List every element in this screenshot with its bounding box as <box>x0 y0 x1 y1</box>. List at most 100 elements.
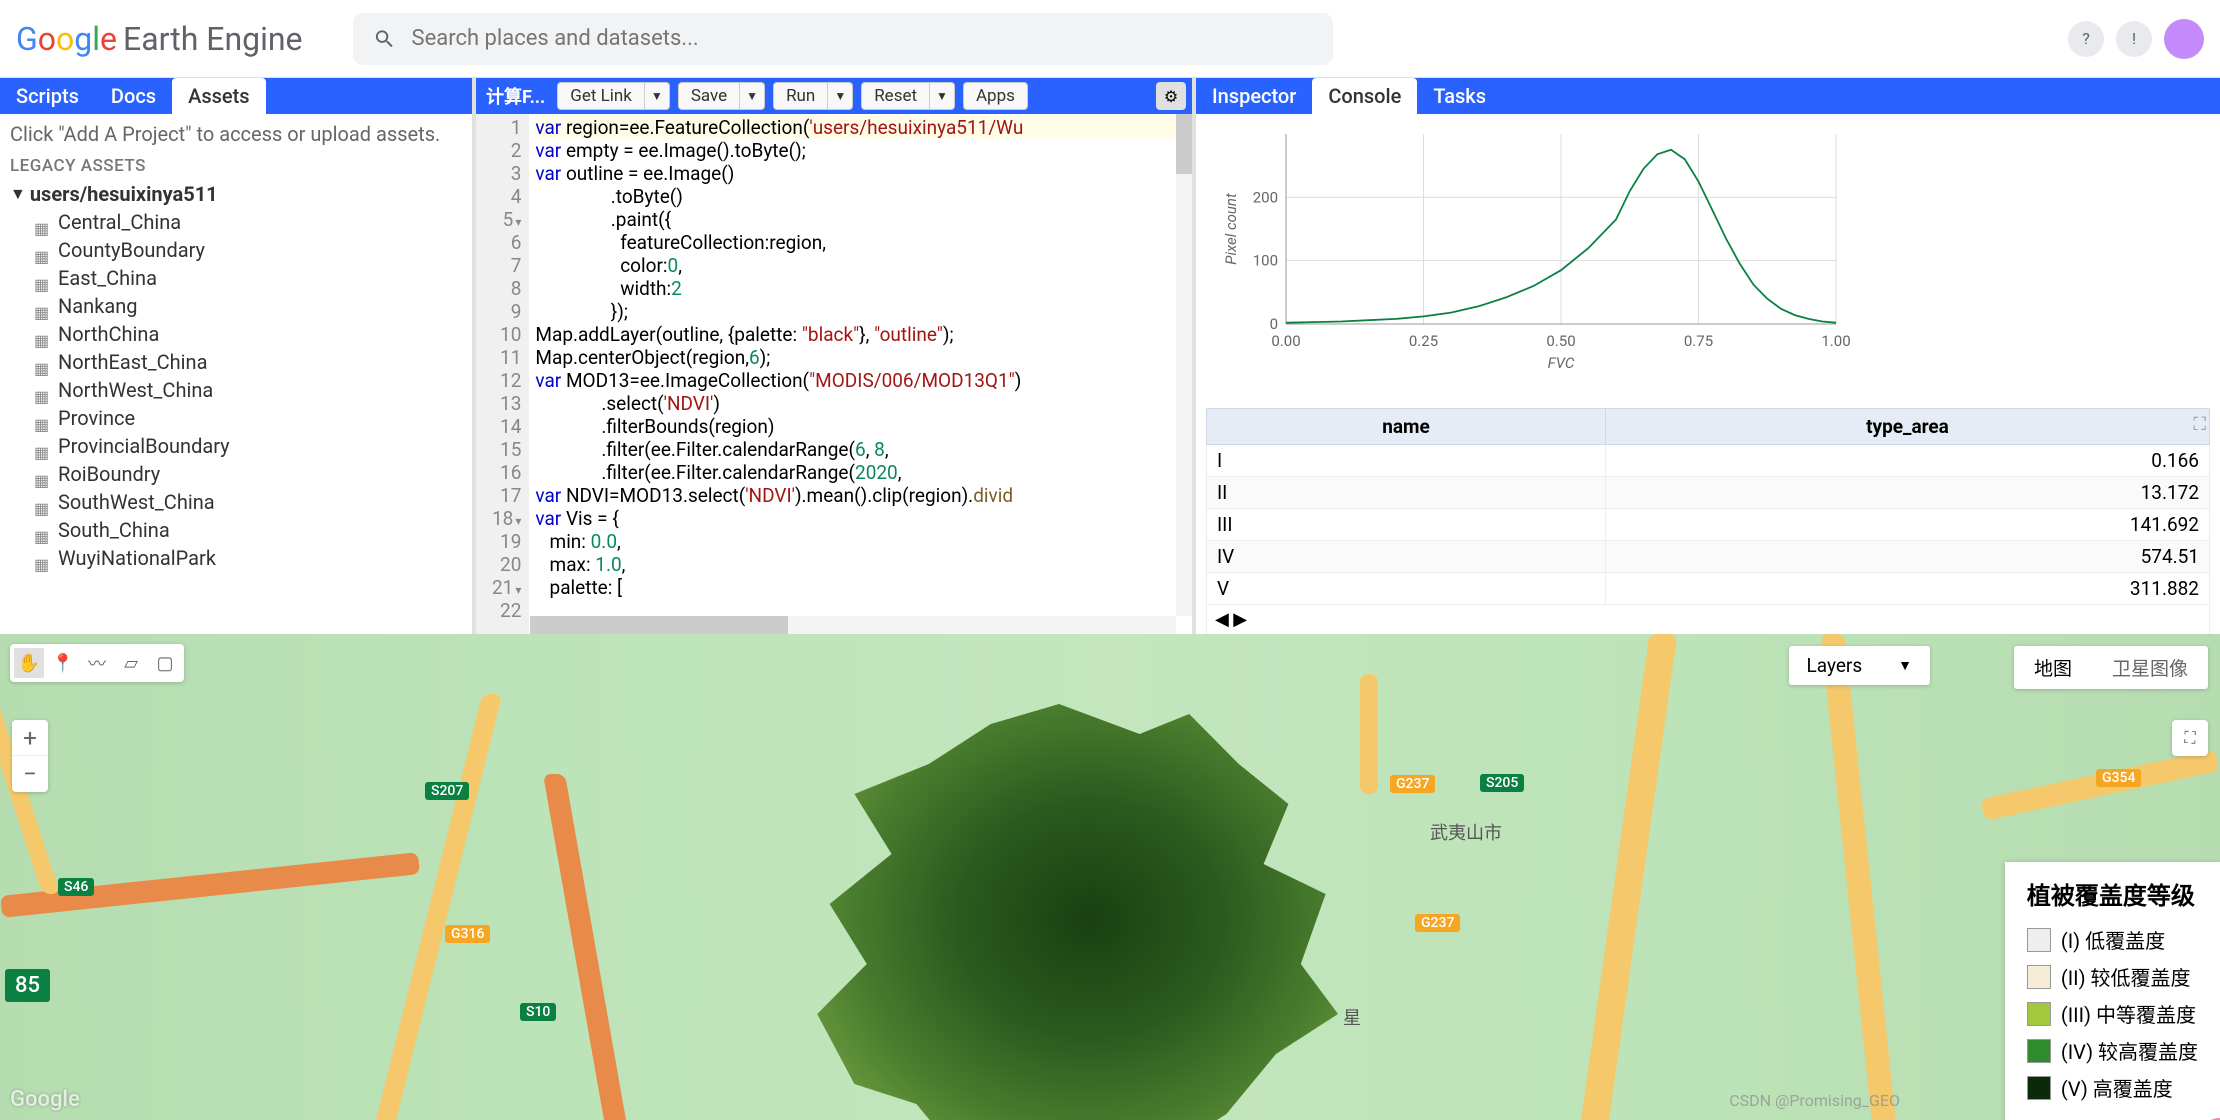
reset-button[interactable]: Reset <box>861 82 930 110</box>
save-button[interactable]: Save <box>678 82 740 110</box>
run-dropdown[interactable]: ▼ <box>828 82 853 110</box>
asset-label: Province <box>58 406 135 430</box>
layers-control[interactable]: Layers ▼ <box>1789 646 1930 685</box>
fullscreen-button[interactable]: ⛶ <box>2172 720 2208 756</box>
asset-item[interactable]: Province <box>34 404 462 432</box>
table-icon <box>34 327 52 341</box>
legend-row: (I) 低覆盖度 <box>2027 921 2198 958</box>
legacy-assets-label: LEGACY ASSETS <box>10 156 462 176</box>
reset-dropdown[interactable]: ▼ <box>930 82 955 110</box>
code-editor[interactable]: 12345▾6789101112131415161718▾192021▾22 v… <box>476 114 1192 634</box>
rectangle-tool[interactable]: ▢ <box>150 648 180 678</box>
asset-item[interactable]: East_China <box>34 264 462 292</box>
left-tabs: Scripts Docs Assets <box>0 78 472 114</box>
asset-item[interactable]: NorthChina <box>34 320 462 348</box>
polygon-tool[interactable]: ▱ <box>116 648 146 678</box>
table-nav[interactable]: ◀ ▶ <box>1206 605 2210 635</box>
gear-icon[interactable]: ⚙ <box>1156 82 1186 110</box>
left-panel: Scripts Docs Assets Click "Add A Project… <box>0 78 476 634</box>
legend-swatch <box>2027 1039 2051 1063</box>
result-table: ⛶ name type_area I0.166II13.172III141.69… <box>1196 408 2220 635</box>
asset-item[interactable]: NorthEast_China <box>34 348 462 376</box>
legend: 植被覆盖度等级 (I) 低覆盖度(II) 较低覆盖度(III) 中等覆盖度(IV… <box>2005 862 2220 1120</box>
svg-text:0.50: 0.50 <box>1546 332 1575 350</box>
legend-label: (V) 高覆盖度 <box>2061 1073 2173 1102</box>
table-row[interactable]: V311.882 <box>1207 573 2210 605</box>
search-input[interactable] <box>412 26 1313 51</box>
maptype-satellite[interactable]: 卫星图像 <box>2092 646 2208 689</box>
feedback-icon[interactable]: ! <box>2116 21 2152 57</box>
run-button[interactable]: Run <box>773 82 828 110</box>
header-actions: ? ! <box>2068 19 2204 59</box>
expand-icon[interactable]: ⛶ <box>2193 414 2206 435</box>
table-icon <box>34 411 52 425</box>
avatar[interactable] <box>2164 19 2204 59</box>
asset-item[interactable]: SouthWest_China <box>34 488 462 516</box>
asset-label: ProvincialBoundary <box>58 434 230 458</box>
road-label: G237 <box>1415 914 1460 932</box>
assets-hint: Click "Add A Project" to access or uploa… <box>10 122 462 146</box>
asset-item[interactable]: CountyBoundary <box>34 236 462 264</box>
road-label: 85 <box>5 969 50 1002</box>
apps-button[interactable]: Apps <box>963 82 1028 110</box>
asset-label: SouthWest_China <box>58 490 215 514</box>
city-label: 武夷山市 <box>1430 819 1502 845</box>
map[interactable]: S207G316S10S4685G237S205G237G354 武夷山市光泽县… <box>0 634 2220 1120</box>
csdn-watermark: CSDN @Promising_GEO <box>1729 1091 1900 1110</box>
legend-row: (II) 较低覆盖度 <box>2027 958 2198 995</box>
legend-row: (IV) 较高覆盖度 <box>2027 1032 2198 1069</box>
table-icon <box>34 299 52 313</box>
marker-tool[interactable]: 📍 <box>48 648 78 678</box>
asset-label: NorthChina <box>58 322 159 346</box>
logo: Google Earth Engine <box>16 20 303 58</box>
get-link-button[interactable]: Get Link <box>557 82 645 110</box>
asset-item[interactable]: RoiBoundry <box>34 460 462 488</box>
table-row[interactable]: III141.692 <box>1207 509 2210 541</box>
svg-text:Pixel count: Pixel count <box>1222 193 1240 265</box>
road-label: S207 <box>425 782 469 800</box>
col-type-area: type_area <box>1605 409 2209 445</box>
tab-tasks[interactable]: Tasks <box>1417 78 1502 114</box>
legend-row: (V) 高覆盖度 <box>2027 1069 2198 1106</box>
asset-root-label: users/hesuixinya511 <box>30 182 218 206</box>
asset-item[interactable]: NorthWest_China <box>34 376 462 404</box>
get-link-dropdown[interactable]: ▼ <box>645 82 670 110</box>
asset-label: NorthWest_China <box>58 378 213 402</box>
legend-swatch <box>2027 1002 2051 1026</box>
pan-tool[interactable]: ✋ <box>14 648 44 678</box>
asset-label: East_China <box>58 266 157 290</box>
legend-label: (II) 较低覆盖度 <box>2061 962 2191 991</box>
right-panel: Inspector Console Tasks 01002000.000.250… <box>1196 78 2220 634</box>
tab-assets[interactable]: Assets <box>172 78 266 114</box>
map-draw-tools: ✋ 📍 〰 ▱ ▢ <box>10 644 184 682</box>
horizontal-scrollbar[interactable] <box>530 616 1176 634</box>
table-row[interactable]: I0.166 <box>1207 445 2210 477</box>
line-tool[interactable]: 〰 <box>82 648 112 678</box>
legend-swatch <box>2027 1076 2051 1100</box>
asset-item[interactable]: WuyiNationalPark <box>34 544 462 572</box>
asset-root[interactable]: ▼ users/hesuixinya511 <box>10 180 462 208</box>
legend-row: (III) 中等覆盖度 <box>2027 995 2198 1032</box>
col-name: name <box>1207 409 1606 445</box>
layers-label: Layers <box>1807 654 1863 677</box>
search-box[interactable] <box>353 13 1333 65</box>
tab-docs[interactable]: Docs <box>95 78 172 114</box>
save-dropdown[interactable]: ▼ <box>740 82 765 110</box>
help-icon[interactable]: ? <box>2068 21 2104 57</box>
zoom-in-button[interactable]: + <box>12 720 48 756</box>
tab-inspector[interactable]: Inspector <box>1196 78 1312 114</box>
asset-item[interactable]: Central_China <box>34 208 462 236</box>
maptype-map[interactable]: 地图 <box>2014 646 2092 689</box>
svg-text:0.25: 0.25 <box>1409 332 1438 350</box>
asset-item[interactable]: Nankang <box>34 292 462 320</box>
tab-console[interactable]: Console <box>1312 78 1417 114</box>
table-row[interactable]: II13.172 <box>1207 477 2210 509</box>
asset-item[interactable]: ProvincialBoundary <box>34 432 462 460</box>
vertical-scrollbar[interactable] <box>1176 114 1192 616</box>
table-row[interactable]: IV574.51 <box>1207 541 2210 573</box>
asset-item[interactable]: South_China <box>34 516 462 544</box>
header: Google Earth Engine ? ! <box>0 0 2220 78</box>
zoom-out-button[interactable]: − <box>12 756 48 792</box>
script-title: 计算F... <box>482 83 549 109</box>
tab-scripts[interactable]: Scripts <box>0 78 95 114</box>
